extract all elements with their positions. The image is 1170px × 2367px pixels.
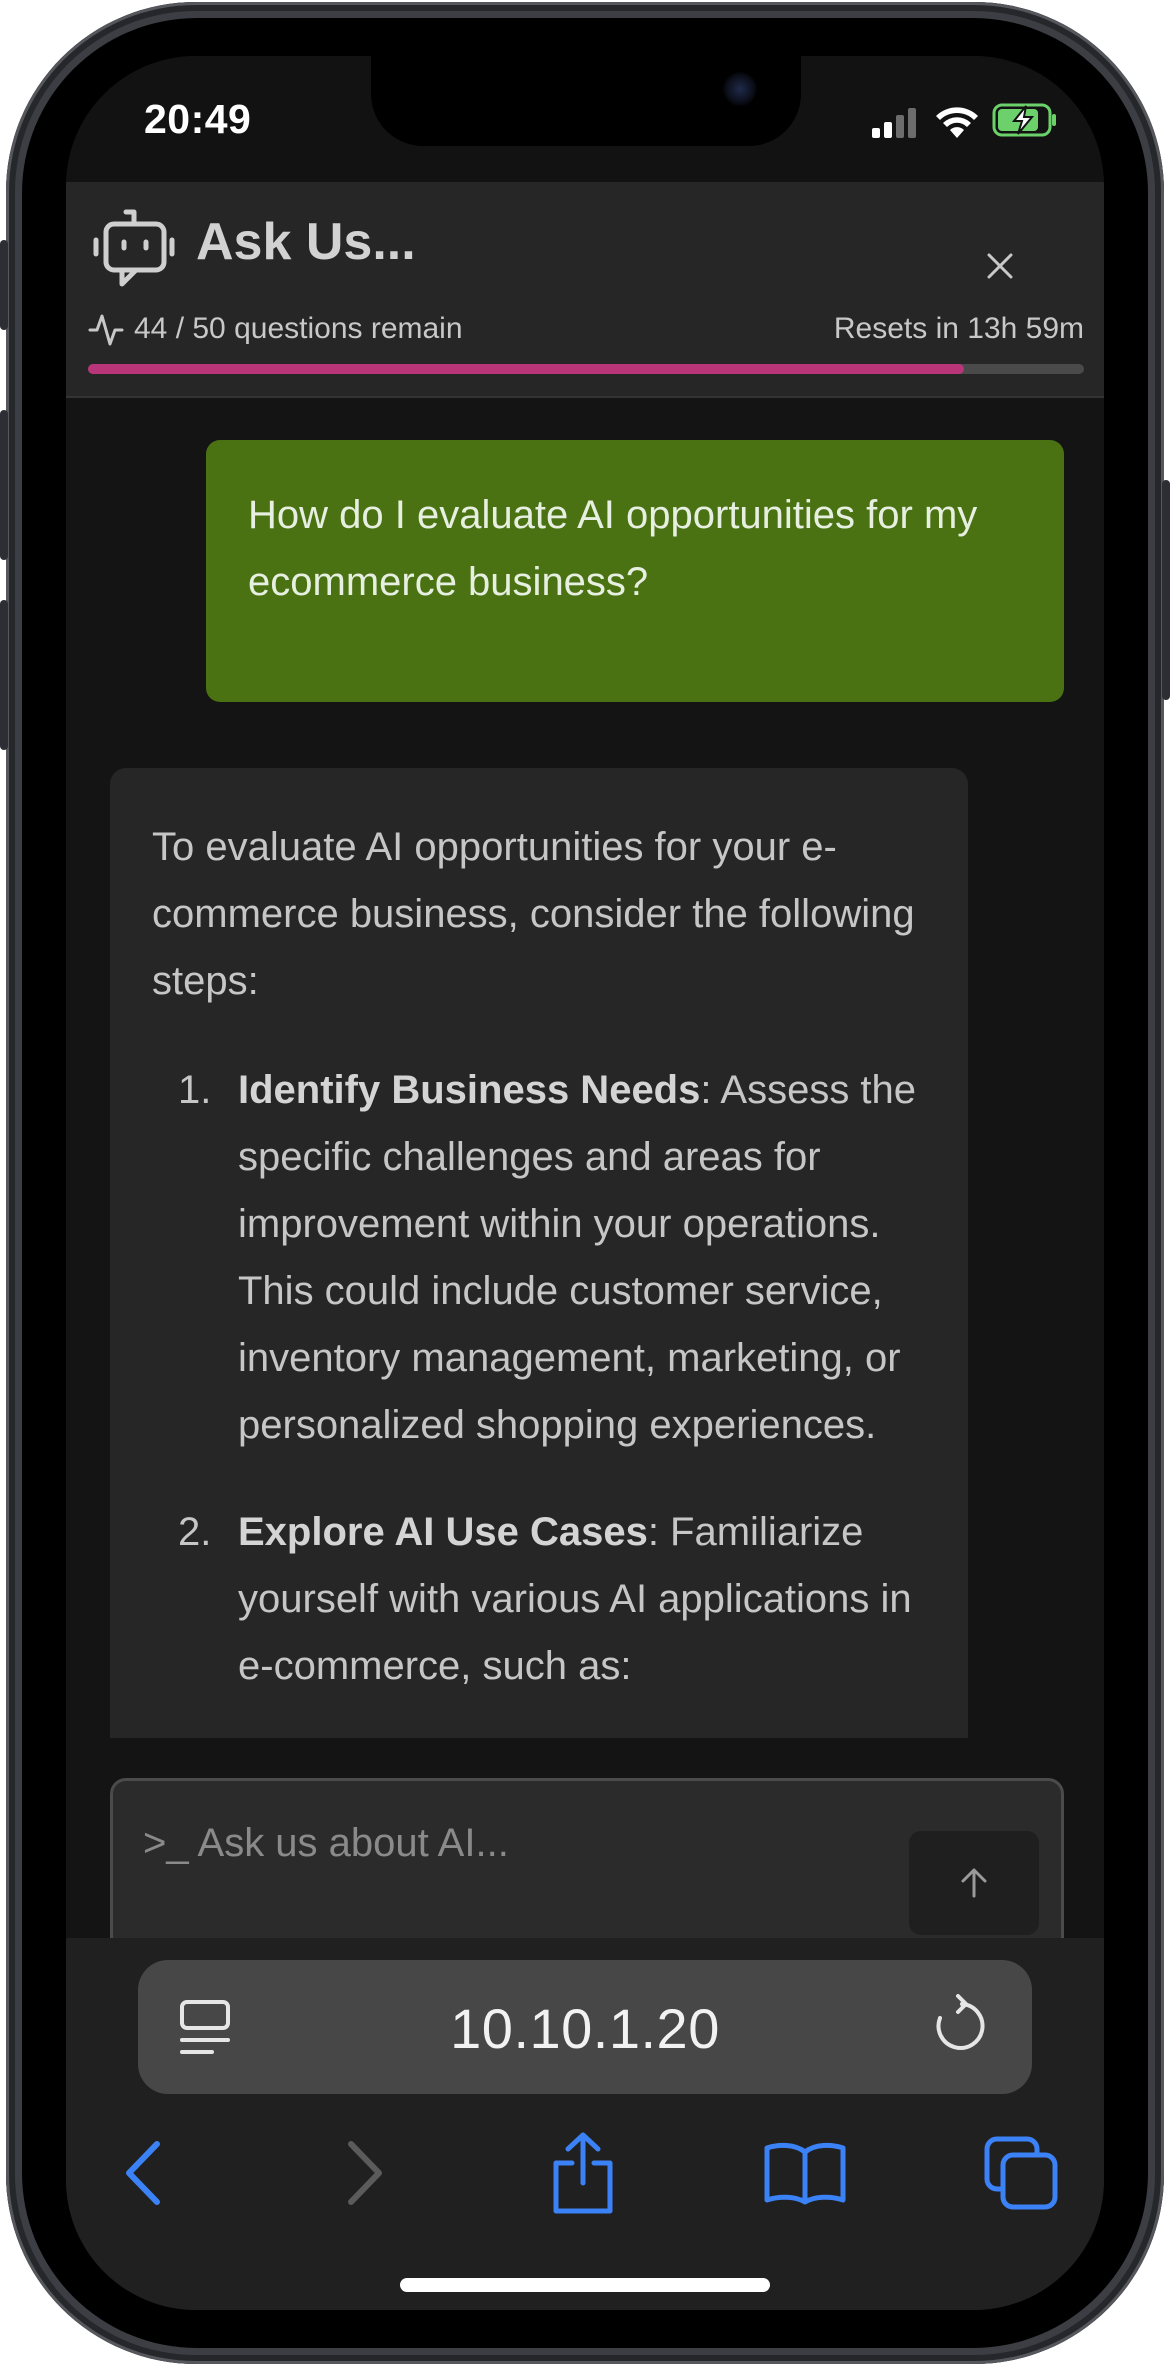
share-button[interactable]	[528, 2118, 638, 2228]
quota-progress-bar	[88, 364, 1084, 374]
chevron-right-icon	[348, 2141, 382, 2205]
step-title: Explore AI Use Cases	[238, 1510, 648, 1554]
list-number: 1.	[178, 1068, 212, 1112]
power-button	[1162, 480, 1170, 700]
url-text: 10.10.1.20	[450, 1997, 720, 2060]
list-item: 1. Identify Business Needs: Assess the s…	[152, 1057, 926, 1459]
quota-row: 44 / 50 questions remain Resets in 13h 5…	[88, 310, 1084, 350]
chevron-left-icon	[126, 2141, 160, 2205]
reload-icon[interactable]	[928, 1994, 988, 2058]
camera-icon	[723, 72, 757, 106]
questions-remaining: 44 / 50 questions remain	[134, 312, 463, 345]
chat-header: Ask Us... 44 / 50 questions remain Reset…	[66, 182, 1104, 398]
step-title: Identify Business Needs	[238, 1068, 701, 1112]
status-time: 20:49	[144, 96, 252, 142]
send-button[interactable]	[909, 1831, 1039, 1935]
forward-button[interactable]	[310, 2118, 420, 2228]
back-button[interactable]	[88, 2118, 198, 2228]
tabs-button[interactable]	[966, 2118, 1076, 2228]
message-list[interactable]: How do I evaluate AI opportunities for m…	[66, 400, 1104, 1738]
chat-input-placeholder: >_ Ask us about AI...	[143, 1821, 509, 1865]
share-icon	[553, 2132, 613, 2214]
list-item: 2. Explore AI Use Cases: Familiarize you…	[152, 1499, 926, 1700]
step-text: : Assess the specific challenges and are…	[238, 1068, 917, 1447]
activity-icon	[88, 314, 124, 346]
volume-up-button	[0, 410, 8, 560]
robot-icon	[93, 209, 175, 287]
reset-timer: Resets in 13h 59m	[833, 312, 1084, 345]
bookmarks-button[interactable]	[750, 2118, 860, 2228]
assistant-intro: To evaluate AI opportunities for your e-…	[152, 825, 915, 1003]
home-indicator	[400, 2278, 770, 2292]
quota-progress-fill	[88, 364, 965, 374]
close-button[interactable]	[976, 242, 1024, 290]
user-message: How do I evaluate AI opportunities for m…	[206, 440, 1064, 702]
address-bar[interactable]: 10.10.1.20	[138, 1960, 1032, 2094]
list-number: 2.	[178, 1510, 212, 1554]
dynamic-island	[371, 56, 801, 146]
chat-title: Ask Us...	[196, 213, 416, 271]
arrow-up-icon	[961, 1868, 987, 1898]
close-icon	[987, 253, 1013, 279]
wifi-icon	[936, 107, 978, 138]
side-button	[0, 240, 8, 330]
volume-down-button	[0, 600, 8, 750]
book-icon	[764, 2142, 846, 2205]
battery-charging-icon	[992, 103, 1056, 137]
signal-icon	[872, 108, 916, 138]
assistant-message: To evaluate AI opportunities for your e-…	[110, 768, 968, 1738]
screen: 20:49 Ask Us... 44 / 50 questions remain…	[66, 56, 1104, 2310]
status-bar: 20:49	[66, 56, 1104, 182]
tabs-icon	[984, 2136, 1058, 2210]
browser-toolbar: 10.10.1.20	[66, 1938, 1104, 2310]
